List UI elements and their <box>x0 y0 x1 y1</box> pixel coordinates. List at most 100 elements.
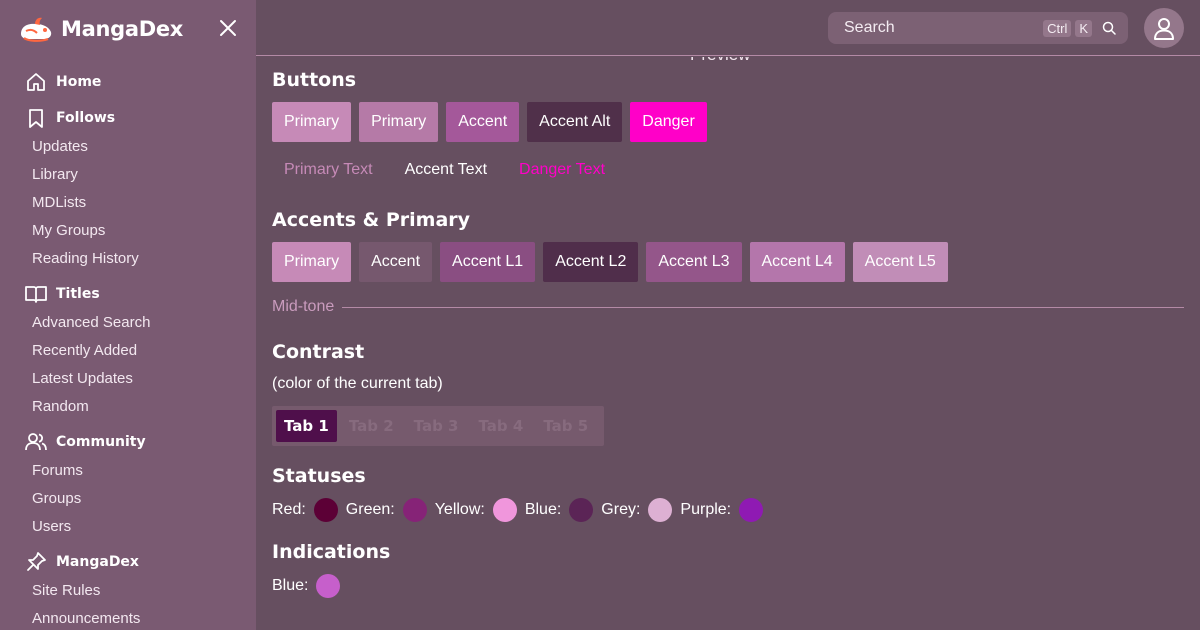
sidebar-item-random[interactable]: Random <box>0 393 256 421</box>
accents-row: Primary Accent Accent L1 Accent L2 Accent L3… <box>272 242 948 282</box>
swatch-accent-l5: Accent L5 <box>852 242 948 282</box>
top-bar: Search Ctrl K <box>256 0 1200 56</box>
color-label-grey: Grey: <box>601 501 641 518</box>
tab-tab-4[interactable]: Tab 4 <box>470 410 531 442</box>
mid-tone-label: Mid-tone <box>272 298 335 315</box>
color-swatch-purple <box>739 498 764 522</box>
color-label-blue: Blue: <box>524 501 562 518</box>
text-buttons-row: Primary Text Accent Text Danger Text <box>272 152 625 188</box>
main-content: Preview Buttons PrimaryPrimaryAccentAcce… <box>272 57 1184 630</box>
sidebar-nav: Home Follows Updates Library MDLists My Group… <box>0 63 256 630</box>
tab-tab-2[interactable]: Tab 2 <box>341 410 402 442</box>
primary-button[interactable]: Primary <box>272 102 352 142</box>
sidebar: MangaDex Home Follows Updates Library MDList… <box>0 0 256 630</box>
sidebar-item-follows[interactable]: Follows <box>0 103 256 133</box>
swatch-primary: Primary <box>272 242 352 282</box>
nav-group-mangadex: MangaDex Site Rules Announcements <box>0 547 256 630</box>
accent-button[interactable]: Accent <box>446 102 520 142</box>
sidebar-item-mdlists[interactable]: MDLists <box>0 189 256 217</box>
bookmark-icon <box>24 106 48 130</box>
color-label-green: Green: <box>345 501 395 518</box>
search-bar[interactable]: Search Ctrl K <box>828 12 1128 44</box>
color-label-red: Red: <box>272 501 306 518</box>
buttons-heading: Buttons <box>272 69 357 91</box>
sidebar-item-community[interactable]: Community <box>0 427 256 457</box>
primary-text-button[interactable]: Primary Text <box>272 152 385 188</box>
home-icon <box>24 70 48 94</box>
sidebar-item-users[interactable]: Users <box>0 513 256 541</box>
sidebar-item-updates[interactable]: Updates <box>0 133 256 161</box>
sidebar-item-advanced-search[interactable]: Advanced Search <box>0 309 256 337</box>
sidebar-item-library[interactable]: Library <box>0 161 256 189</box>
color-swatch-red <box>313 498 338 522</box>
sidebar-item-groups[interactable]: Groups <box>0 485 256 513</box>
sidebar-item-site-rules[interactable]: Site Rules <box>0 577 256 605</box>
shortcut-ctrl-key: Ctrl <box>1043 19 1072 37</box>
sidebar-item-titles[interactable]: Titles <box>0 279 256 309</box>
preview-title: Preview <box>690 57 750 65</box>
color-swatch-yellow <box>492 498 517 522</box>
accent-alt-button[interactable]: Accent Alt <box>527 102 623 142</box>
search-icon[interactable] <box>1096 15 1122 41</box>
swatch-accent-l1: Accent L1 <box>440 242 536 282</box>
danger-button[interactable]: Danger <box>630 102 707 142</box>
nav-group-follows: Follows Updates Library MDLists My Groups Rea… <box>0 103 256 273</box>
swatch-accent-l4: Accent L4 <box>749 242 845 282</box>
sidebar-item-mangadex[interactable]: MangaDex <box>0 547 256 577</box>
indication-colors: Blue: <box>272 574 348 598</box>
divider-line <box>342 306 1184 308</box>
accents-heading: Accents & Primary <box>272 209 471 231</box>
sidebar-section-label: Community <box>56 434 146 450</box>
color-label-purple: Purple: <box>680 501 732 518</box>
swatch-accent: Accent <box>359 242 433 282</box>
book-open-icon <box>24 282 48 306</box>
close-sidebar-button[interactable] <box>216 16 240 40</box>
swatch-accent-l2: Accent L2 <box>543 242 639 282</box>
user-icon <box>1154 18 1174 40</box>
color-label-blue: Blue: <box>272 577 309 594</box>
primary-button[interactable]: Primary <box>359 102 439 142</box>
sidebar-item-announcements[interactable]: Announcements <box>0 605 256 630</box>
tab-tab-1[interactable]: Tab 1 <box>276 410 337 442</box>
search-placeholder: Search <box>844 19 895 36</box>
sidebar-item-latest-updates[interactable]: Latest Updates <box>0 365 256 393</box>
swatch-accent-l3: Accent L3 <box>646 242 742 282</box>
buttons-row: Primary Primary Accent Accent Alt Danger <box>272 102 707 142</box>
sidebar-item-my-groups[interactable]: My Groups <box>0 217 256 245</box>
danger-text-button[interactable]: Danger Text <box>507 152 617 188</box>
brand-name: MangaDex <box>61 17 184 41</box>
color-label-yellow: Yellow: <box>434 501 485 518</box>
users-icon <box>24 430 48 454</box>
nav-group-home: Home <box>0 67 256 97</box>
pin-icon <box>24 550 48 574</box>
nav-group-titles: Titles Advanced Search Recently Added Lates… <box>0 279 256 421</box>
sidebar-section-label: MangaDex <box>56 554 139 570</box>
sidebar-section-label: Titles <box>56 286 100 302</box>
contrast-subtitle: (color of the current tab) <box>272 375 443 392</box>
close-icon <box>220 20 236 36</box>
contrast-tabs: Tab 1 Tab 2 Tab 3 Tab 4 Tab 5 <box>272 406 605 446</box>
mid-tone-divider: Mid-tone <box>272 298 1184 316</box>
sidebar-section-label: Home <box>56 74 102 90</box>
sidebar-item-reading-history[interactable]: Reading History <box>0 245 256 273</box>
indications-heading: Indications <box>272 541 391 563</box>
color-swatch-blue <box>569 498 594 522</box>
color-swatch-green <box>402 498 427 522</box>
sidebar-section-label: Follows <box>56 110 116 126</box>
tab-tab-5[interactable]: Tab 5 <box>535 410 596 442</box>
sidebar-item-home[interactable]: Home <box>0 67 256 97</box>
color-swatch-grey <box>648 498 673 522</box>
brand[interactable]: MangaDex <box>18 12 183 46</box>
tab-tab-3[interactable]: Tab 3 <box>406 410 467 442</box>
mangadex-logo-icon <box>21 17 52 42</box>
sidebar-item-forums[interactable]: Forums <box>0 457 256 485</box>
contrast-heading: Contrast <box>272 341 365 363</box>
user-avatar-button[interactable] <box>1144 8 1184 48</box>
sidebar-item-recently-added[interactable]: Recently Added <box>0 337 256 365</box>
nav-group-community: Community Forums Groups Users <box>0 427 256 541</box>
accent-text-button[interactable]: Accent Text <box>393 152 499 188</box>
shortcut-k-key: K <box>1075 19 1092 37</box>
status-colors: Red: Green: Yellow: Blue: Grey: Purple: <box>272 498 771 522</box>
color-swatch-blue <box>316 574 341 598</box>
statuses-heading: Statuses <box>272 465 366 487</box>
